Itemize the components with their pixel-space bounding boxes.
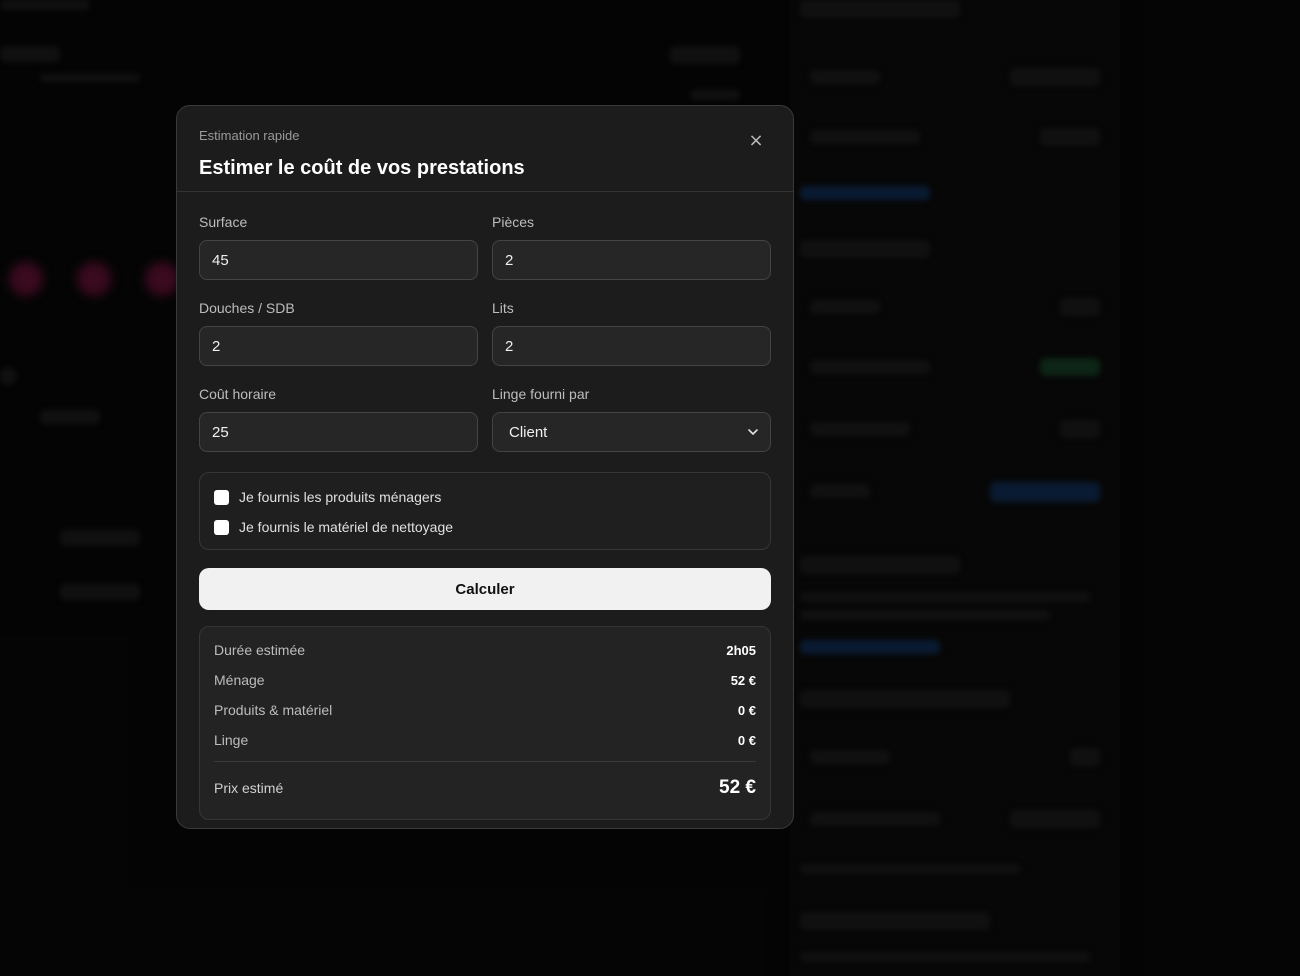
field-surface: Surface	[199, 214, 478, 280]
result-total: Prix estimé 52 €	[214, 762, 756, 814]
close-icon: ×	[748, 130, 764, 151]
result-row: Durée estimée 2h05	[214, 641, 756, 659]
modal-header: Estimation rapide Estimer le coût de vos…	[177, 106, 793, 192]
field-linge: Linge fourni par Client	[492, 386, 771, 452]
form-grid: Surface Pièces Douches / SDB Lits Coût h…	[199, 214, 771, 472]
result-label: Durée estimée	[214, 642, 306, 658]
result-label: Linge	[214, 732, 249, 748]
materiel-label: Je fournis le matériel de nettoyage	[239, 519, 454, 535]
douches-input[interactable]	[199, 326, 478, 366]
materiel-checkbox[interactable]	[214, 519, 229, 535]
modal-title: Estimer le coût de vos prestations	[199, 157, 525, 179]
linge-select[interactable]: Client	[492, 412, 771, 452]
close-button[interactable]: ×	[745, 130, 767, 152]
douches-label: Douches / SDB	[199, 300, 295, 316]
chevron-down-icon	[748, 429, 758, 435]
results-box: Durée estimée 2h05 Ménage 52 € Produits …	[199, 626, 771, 820]
field-douches: Douches / SDB	[199, 300, 478, 366]
result-row: Produits & matériel 0 €	[214, 701, 756, 719]
surface-input[interactable]	[199, 240, 478, 280]
lits-label: Lits	[492, 300, 514, 316]
result-label: Produits & matériel	[214, 702, 333, 718]
options-box: Je fournis les produits ménagers Je four…	[199, 472, 771, 550]
field-lits: Lits	[492, 300, 771, 366]
modal-eyebrow: Estimation rapide	[199, 128, 300, 143]
cout-horaire-label: Coût horaire	[199, 386, 277, 402]
field-cout-horaire: Coût horaire	[199, 386, 478, 452]
produits-label: Je fournis les produits ménagers	[239, 489, 442, 505]
result-value: 0 €	[737, 702, 756, 718]
calculate-button[interactable]: Calculer	[199, 568, 771, 610]
linge-selected-value: Client	[509, 423, 548, 441]
estimation-modal: Estimation rapide Estimer le coût de vos…	[176, 105, 794, 829]
total-label: Prix estimé	[214, 780, 284, 796]
cout-horaire-input[interactable]	[199, 412, 478, 452]
result-value: 52 €	[730, 672, 756, 688]
result-value: 2h05	[726, 642, 756, 658]
option-materiel[interactable]: Je fournis le matériel de nettoyage	[214, 518, 756, 536]
result-row: Ménage 52 €	[214, 671, 756, 689]
total-value: 52 €	[719, 777, 756, 798]
result-row: Linge 0 €	[214, 731, 756, 749]
result-value: 0 €	[737, 732, 756, 748]
lits-input[interactable]	[492, 326, 771, 366]
produits-checkbox[interactable]	[214, 489, 229, 505]
surface-label: Surface	[199, 214, 248, 230]
result-label: Ménage	[214, 672, 265, 688]
linge-label: Linge fourni par	[492, 386, 590, 402]
field-pieces: Pièces	[492, 214, 771, 280]
modal-body: Surface Pièces Douches / SDB Lits Coût h…	[177, 214, 793, 820]
pieces-label: Pièces	[492, 214, 535, 230]
pieces-input[interactable]	[492, 240, 771, 280]
option-produits[interactable]: Je fournis les produits ménagers	[214, 488, 756, 506]
